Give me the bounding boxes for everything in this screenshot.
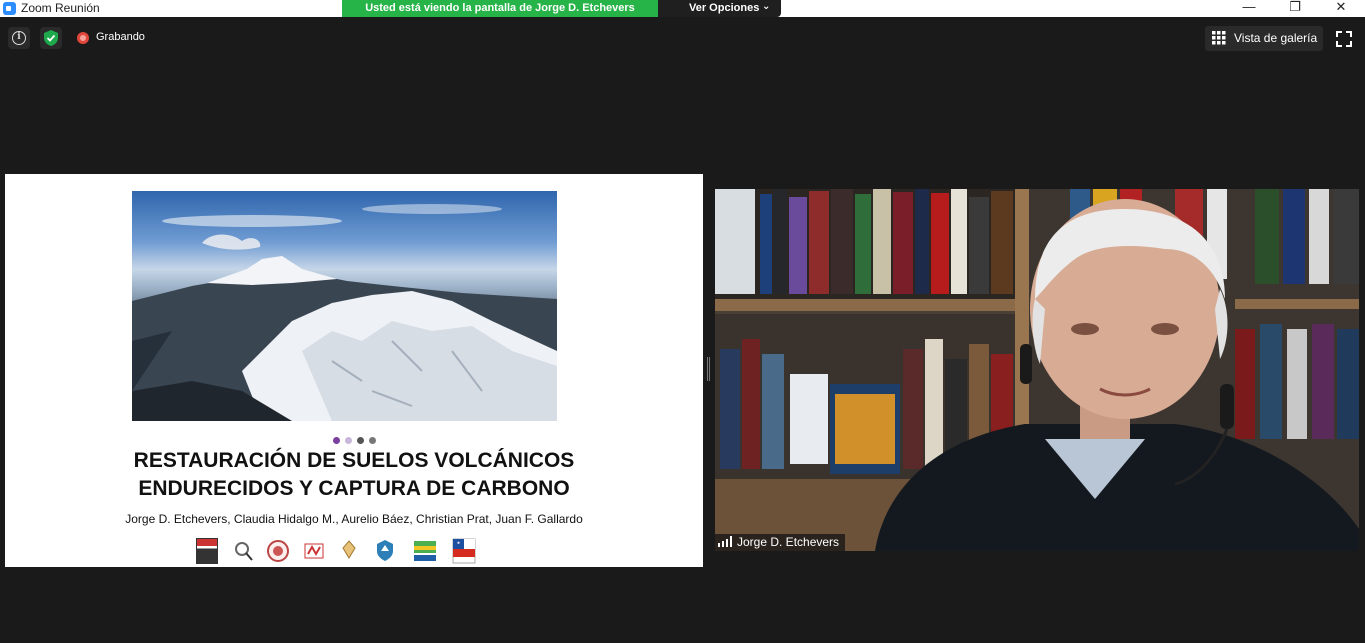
record-icon: [77, 32, 89, 44]
window-title: Zoom Reunión: [21, 1, 100, 15]
slide-dot: [333, 437, 340, 444]
window-title-bar: Zoom Reunión Usted está viendo la pantal…: [0, 0, 1365, 17]
gallery-view-button[interactable]: Vista de galería: [1205, 26, 1323, 51]
security-button[interactable]: [40, 27, 62, 49]
volcano-illustration: [132, 191, 557, 421]
logo-emblem: [339, 538, 359, 564]
fullscreen-icon: [1336, 31, 1352, 47]
screen-share-banner: Usted está viendo la pantalla de Jorge D…: [342, 0, 658, 17]
shared-screen-slide[interactable]: RESTAURACIÓN DE SUELOS VOLCÁNICOS ENDURE…: [5, 174, 703, 567]
close-button[interactable]: ✕: [1318, 0, 1364, 17]
participant-video[interactable]: Jorge D. Etchevers: [715, 189, 1359, 551]
chevron-down-icon: ⌄: [762, 1, 771, 12]
panel-resize-handle[interactable]: [707, 357, 710, 381]
slide-dot: [357, 437, 364, 444]
restore-button[interactable]: ❐: [1272, 0, 1318, 17]
shield-icon: [44, 30, 58, 46]
info-icon: i: [12, 31, 26, 45]
logo-inia: [413, 538, 437, 564]
slide-title-line1: RESTAURACIÓN DE SUELOS VOLCÁNICOS: [133, 449, 575, 472]
view-options-label: Ver Opciones: [689, 2, 760, 14]
logo-university: [196, 538, 218, 564]
participant-name: Jorge D. Etchevers: [737, 535, 840, 549]
slide-dot: [369, 437, 376, 444]
logo-magnifier: [232, 538, 254, 564]
zoom-logo-icon: [3, 2, 16, 15]
recording-indicator[interactable]: Grabando: [72, 27, 156, 49]
meeting-info-button[interactable]: i: [8, 27, 30, 49]
recording-label: Grabando: [96, 31, 145, 43]
logo-gobierno: [452, 538, 476, 564]
minimize-button[interactable]: —: [1226, 0, 1272, 17]
gallery-view-label: Vista de galería: [1234, 31, 1318, 45]
grid-icon: [1212, 31, 1226, 45]
slide-title: RESTAURACIÓN DE SUELOS VOLCÁNICOS ENDURE…: [5, 447, 703, 503]
signal-strength-icon: [717, 536, 733, 547]
logo-ird: [303, 538, 325, 564]
institution-logos: [196, 538, 486, 564]
logo-shield: [374, 538, 396, 564]
slide-dot: [345, 437, 352, 444]
volcano-photo: [132, 191, 557, 421]
logo-seal: [266, 538, 290, 564]
view-options-button[interactable]: Ver Opciones ⌄: [658, 0, 781, 17]
video-frame: [715, 189, 1359, 551]
participant-name-tag: Jorge D. Etchevers: [715, 534, 846, 551]
slide-title-line2: ENDURECIDOS Y CAPTURA DE CARBONO: [138, 477, 570, 500]
slide-authors: Jorge D. Etchevers, Claudia Hidalgo M., …: [125, 512, 583, 526]
slide-dots: [333, 437, 377, 445]
fullscreen-button[interactable]: [1333, 28, 1355, 50]
